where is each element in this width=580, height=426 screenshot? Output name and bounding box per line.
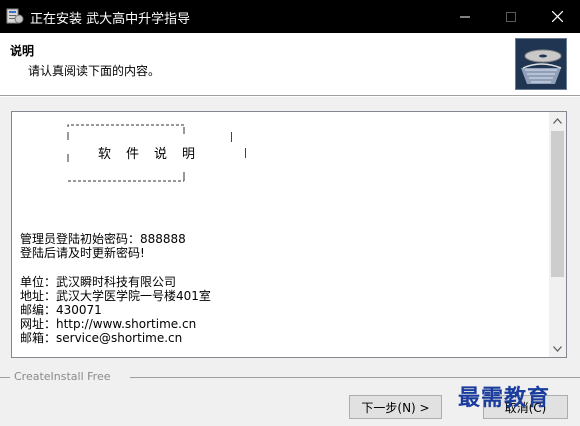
close-icon bbox=[551, 11, 563, 22]
vertical-scrollbar[interactable] bbox=[549, 112, 566, 357]
banner-char: 软 bbox=[98, 147, 112, 162]
banner-title: 软件说明 bbox=[98, 143, 210, 162]
maximize-button[interactable] bbox=[488, 0, 534, 33]
text-line: 管理员登陆初始密码：888888 bbox=[20, 232, 186, 246]
text-line: 地址：武汉大学医学院一号楼401室 bbox=[20, 289, 211, 303]
page-title: 说明 bbox=[10, 44, 35, 58]
banner-char: 说 bbox=[154, 147, 168, 162]
scroll-up-button[interactable] bbox=[549, 112, 566, 129]
footer-divider bbox=[130, 377, 580, 378]
footer-divider-left bbox=[0, 377, 10, 378]
window-title: 正在安装 武大高中升学指导 bbox=[30, 12, 191, 27]
installer-icon bbox=[6, 8, 24, 24]
banner-char: 明 bbox=[182, 147, 196, 162]
banner-char: 件 bbox=[126, 147, 140, 162]
close-button[interactable] bbox=[534, 0, 580, 33]
cd-box-logo-icon bbox=[515, 38, 567, 90]
scroll-thumb[interactable] bbox=[551, 131, 564, 277]
next-button[interactable]: 下一步(N) > bbox=[349, 395, 442, 419]
banner-side-mark bbox=[231, 132, 232, 142]
readme-textbox[interactable]: 软件说明 管理员登陆初始密码：888888 登陆后请及时更新密码! 单位：武汉瞬… bbox=[11, 111, 567, 358]
maximize-icon bbox=[506, 11, 516, 22]
watermark-logo: 最需教育 bbox=[458, 385, 551, 411]
text-line: 邮箱：service@shortime.cn bbox=[20, 331, 183, 345]
text-line: 网址：http://www.shortime.cn bbox=[20, 317, 197, 331]
title-bar: 正在安装 武大高中升学指导 bbox=[0, 0, 580, 33]
text-line: 登陆后请及时更新密码! bbox=[20, 246, 145, 260]
text-line: 邮编：430071 bbox=[20, 303, 102, 317]
chevron-down-icon bbox=[553, 345, 562, 352]
chevron-up-icon bbox=[553, 117, 562, 124]
page-subtitle: 请认真阅读下面的内容。 bbox=[28, 64, 161, 78]
minimize-icon bbox=[460, 16, 470, 17]
page-header: 说明 请认真阅读下面的内容。 bbox=[0, 33, 580, 95]
text-line: 单位：武汉瞬时科技有限公司 bbox=[20, 275, 177, 289]
banner-side-mark bbox=[245, 148, 246, 158]
readme-content: 软件说明 管理员登陆初始密码：888888 登陆后请及时更新密码! 单位：武汉瞬… bbox=[20, 112, 540, 357]
scroll-down-button[interactable] bbox=[549, 340, 566, 357]
minimize-button[interactable] bbox=[442, 0, 488, 33]
installer-brand: CreateInstall Free bbox=[14, 370, 111, 383]
header-divider-highlight bbox=[0, 96, 580, 97]
